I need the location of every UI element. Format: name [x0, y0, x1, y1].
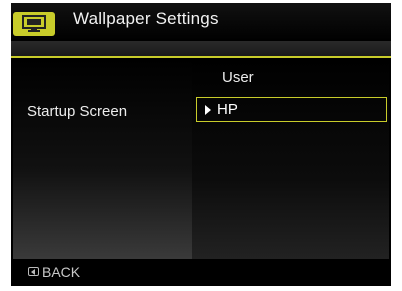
header-divider: [11, 56, 391, 58]
back-button[interactable]: BACK: [42, 264, 80, 280]
menu-footer: BACK: [11, 260, 391, 286]
header-band: [11, 41, 391, 56]
settings-value-pane: [192, 59, 389, 259]
play-arrow-icon: [205, 105, 211, 115]
settings-label-pane: [13, 59, 191, 259]
back-arrow-icon[interactable]: [28, 267, 39, 276]
page-title: Wallpaper Settings: [73, 9, 219, 28]
menu-header: Wallpaper Settings: [11, 3, 391, 41]
monitor-icon: [13, 12, 55, 36]
startup-screen-label[interactable]: Startup Screen: [27, 103, 127, 120]
settings-panel: User Startup Screen HP: [13, 59, 389, 259]
column-header-user: User: [222, 69, 254, 86]
startup-screen-option[interactable]: HP: [196, 97, 387, 122]
startup-screen-value: HP: [217, 101, 238, 118]
camera-menu-screen: Wallpaper Settings User Startup Screen H…: [11, 3, 391, 286]
